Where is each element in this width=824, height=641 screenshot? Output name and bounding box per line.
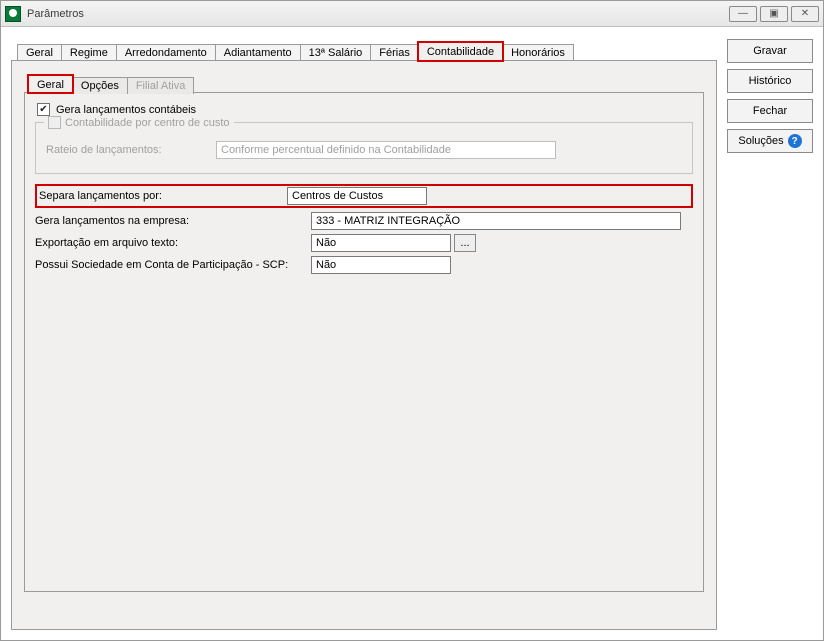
fechar-button[interactable]: Fechar — [727, 99, 813, 123]
tab-contabilidade[interactable]: Contabilidade — [418, 42, 503, 61]
parametros-window: Parâmetros — ▣ ✕ Geral Regime Arredondam… — [0, 0, 824, 641]
inner-tab-geral[interactable]: Geral — [28, 75, 73, 93]
outer-tab-panel: Geral Opções Filial Ativa ✔ Gera lançame… — [11, 60, 717, 630]
exportacao-row: Exportação em arquivo texto: Não ... — [35, 234, 693, 252]
rateio-field: Conforme percentual definido na Contabil… — [216, 141, 556, 159]
solucoes-label: Soluções — [738, 135, 783, 147]
rateio-row: Rateio de lançamentos: Conforme percentu… — [46, 141, 682, 159]
minimize-button[interactable]: — — [729, 6, 757, 22]
solucoes-button[interactable]: Soluções ? — [727, 129, 813, 153]
main-column: Geral Regime Arredondamento Adiantamento… — [11, 39, 717, 630]
historico-button[interactable]: Histórico — [727, 69, 813, 93]
separa-row: Separa lançamentos por: Centros de Custo… — [39, 187, 689, 205]
gera-lancamentos-row: ✔ Gera lançamentos contábeis — [37, 103, 693, 116]
side-buttons: Gravar Histórico Fechar Soluções ? — [717, 39, 813, 630]
gravar-button[interactable]: Gravar — [727, 39, 813, 63]
exportacao-label: Exportação em arquivo texto: — [35, 237, 311, 249]
window-controls: — ▣ ✕ — [729, 6, 819, 22]
outer-tabs: Geral Regime Arredondamento Adiantamento… — [11, 39, 717, 61]
content-area: Geral Regime Arredondamento Adiantamento… — [1, 27, 823, 640]
close-button[interactable]: ✕ — [791, 6, 819, 22]
centro-custo-legend-text: Contabilidade por centro de custo — [65, 117, 230, 129]
gera-lancamentos-checkbox[interactable]: ✔ — [37, 103, 50, 116]
empresa-field[interactable]: 333 - MATRIZ INTEGRAÇÃO — [311, 212, 681, 230]
scp-field[interactable]: Não — [311, 256, 451, 274]
maximize-button[interactable]: ▣ — [760, 6, 788, 22]
scp-label: Possui Sociedade em Conta de Participaçã… — [35, 259, 311, 271]
inner-tab-opcoes[interactable]: Opções — [72, 77, 128, 94]
inner-tab-filial-ativa: Filial Ativa — [127, 77, 195, 94]
exportacao-field[interactable]: Não — [311, 234, 451, 252]
empresa-label: Gera lançamentos na empresa: — [35, 215, 311, 227]
window-title: Parâmetros — [27, 8, 84, 20]
centro-custo-group: Contabilidade por centro de custo Rateio… — [35, 122, 693, 174]
separa-label: Separa lançamentos por: — [39, 190, 287, 202]
centro-custo-legend: Contabilidade por centro de custo — [44, 116, 234, 129]
inner-tabs: Geral Opções Filial Ativa — [24, 73, 704, 93]
separa-field[interactable]: Centros de Custos — [287, 187, 427, 205]
app-icon — [5, 6, 21, 22]
rateio-label: Rateio de lançamentos: — [46, 144, 216, 156]
help-icon: ? — [788, 134, 802, 148]
exportacao-browse-button[interactable]: ... — [454, 234, 476, 252]
separa-highlight: Separa lançamentos por: Centros de Custo… — [35, 184, 693, 208]
titlebar: Parâmetros — ▣ ✕ — [1, 1, 823, 27]
empresa-row: Gera lançamentos na empresa: 333 - MATRI… — [35, 212, 693, 230]
centro-custo-checkbox — [48, 116, 61, 129]
gera-lancamentos-label: Gera lançamentos contábeis — [56, 104, 196, 116]
scp-row: Possui Sociedade em Conta de Participaçã… — [35, 256, 693, 274]
inner-tab-panel: ✔ Gera lançamentos contábeis Contabilida… — [24, 92, 704, 592]
